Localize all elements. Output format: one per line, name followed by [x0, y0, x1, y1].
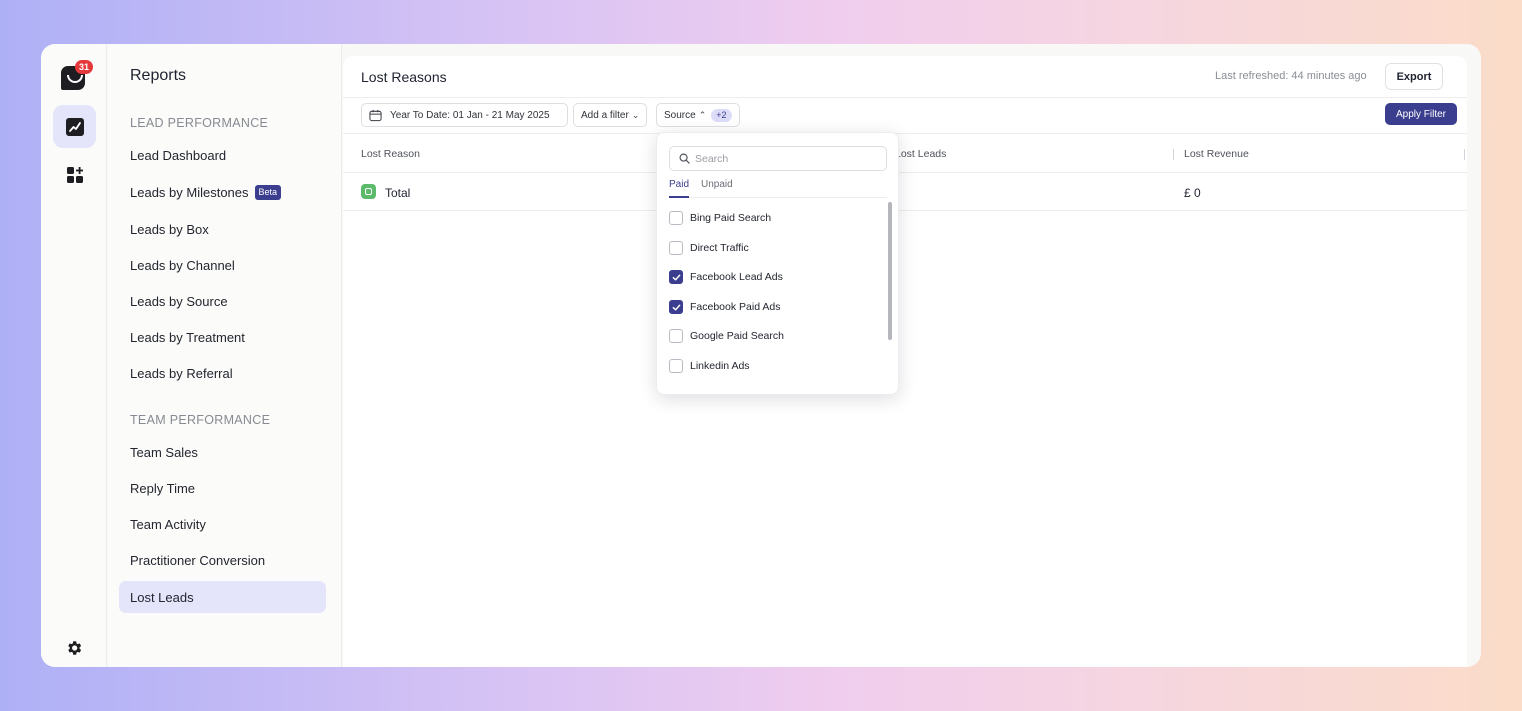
source-filter-dropdown: Paid Unpaid Bing Paid Search Direct Traf…: [656, 132, 899, 395]
beta-badge: Beta: [254, 184, 282, 200]
source-filter-label: Source: [664, 109, 696, 121]
source-filter[interactable]: Source ⌃ +2: [656, 103, 740, 127]
add-filter-label: Add a filter: [581, 109, 629, 121]
checkbox[interactable]: [669, 359, 683, 373]
option-linkedin-ads[interactable]: Linkedin Ads: [669, 356, 750, 376]
source-type-tabs: Paid Unpaid: [669, 178, 887, 198]
calendar-icon: [369, 109, 382, 121]
reports-chart-icon: [65, 117, 84, 136]
option-bing-paid-search[interactable]: Bing Paid Search: [669, 208, 771, 228]
sidebar-item-team-activity[interactable]: Team Activity: [119, 508, 326, 540]
apps-nav-button[interactable]: [53, 153, 96, 196]
sidebar-item-team-sales[interactable]: Team Sales: [119, 436, 326, 468]
option-google-paid-search[interactable]: Google Paid Search: [669, 326, 784, 346]
sidebar-item-leads-by-milestones[interactable]: Leads by Milestones Beta: [119, 176, 326, 208]
chevron-down-icon: ⌄: [631, 109, 640, 120]
sidebar-item-leads-by-source[interactable]: Leads by Source: [119, 285, 326, 317]
sidebar-item-practitioner-conversion[interactable]: Practitioner Conversion: [119, 544, 326, 576]
settings-button[interactable]: [65, 639, 83, 662]
apps-grid-icon: [66, 166, 83, 183]
column-header-lost-revenue[interactable]: Lost Revenue: [1184, 148, 1249, 160]
section-title-team-performance: TEAM PERFORMANCE: [130, 413, 271, 427]
checkbox-checked[interactable]: [669, 270, 683, 284]
sidebar-title: Reports: [130, 67, 187, 84]
gear-icon: [68, 641, 82, 655]
tab-paid[interactable]: Paid: [669, 179, 690, 198]
last-refreshed-text: Last refreshed: 44 minutes ago: [1215, 70, 1367, 82]
row-lost-revenue: £ 0: [1184, 186, 1201, 200]
checkbox[interactable]: [669, 241, 683, 255]
sidebar-item-label: Leads by Milestones: [130, 184, 249, 200]
report-panel: Lost Reasons Last refreshed: 44 minutes …: [343, 56, 1467, 667]
checkmark-icon: [672, 304, 680, 310]
column-divider: [1173, 149, 1174, 160]
logo-icon[interactable]: 31: [61, 60, 93, 90]
export-button[interactable]: Export: [1385, 63, 1443, 90]
apply-filter-button[interactable]: Apply Filter: [1385, 103, 1457, 125]
search-field[interactable]: [669, 146, 887, 171]
source-count-badge: +2: [711, 108, 732, 122]
sidebar-item-label: Leads by Box: [130, 221, 209, 237]
tab-unpaid[interactable]: Unpaid: [701, 179, 733, 196]
column-divider: [1464, 149, 1465, 160]
option-label: Google Paid Search: [690, 330, 784, 342]
option-label: Facebook Lead Ads: [690, 271, 783, 283]
row-lost-reason: Total: [385, 186, 411, 200]
icon-rail: 31: [41, 44, 107, 667]
sidebar-item-label: Reply Time: [130, 480, 196, 496]
column-header-lost-reason[interactable]: Lost Reason: [361, 148, 420, 160]
option-label: Facebook Paid Ads: [690, 301, 781, 313]
sidebar-item-leads-by-box[interactable]: Leads by Box: [119, 213, 326, 245]
section-title-lead-performance: LEAD PERFORMANCE: [130, 116, 269, 130]
search-input[interactable]: [695, 152, 875, 165]
sidebar-item-leads-by-channel[interactable]: Leads by Channel: [119, 249, 326, 281]
sidebar-item-reply-time[interactable]: Reply Time: [119, 472, 326, 504]
table-row: Total £ 0: [343, 173, 1467, 211]
sidebar-item-leads-by-referral[interactable]: Leads by Referral: [119, 357, 326, 389]
sidebar-item-label: Lost Leads: [130, 589, 194, 605]
reports-nav-button[interactable]: [53, 105, 96, 148]
reports-sidebar: Reports LEAD PERFORMANCE Lead Dashboard …: [108, 44, 342, 667]
wallet-icon: [361, 184, 376, 199]
filter-bar: Year To Date: 01 Jan - 21 May 2025 Add a…: [343, 98, 1467, 134]
report-header: Lost Reasons Last refreshed: 44 minutes …: [343, 56, 1467, 98]
date-range-filter[interactable]: Year To Date: 01 Jan - 21 May 2025: [361, 103, 568, 127]
checkbox[interactable]: [669, 329, 683, 343]
sidebar-item-lead-dashboard[interactable]: Lead Dashboard: [119, 139, 326, 171]
table-header: Lost Reason Lost Leads Lost Revenue: [343, 135, 1467, 173]
sidebar-item-lost-leads[interactable]: Lost Leads: [119, 581, 326, 613]
column-header-lost-leads[interactable]: Lost Leads: [895, 148, 946, 160]
option-direct-traffic[interactable]: Direct Traffic: [669, 238, 749, 258]
sidebar-item-label: Leads by Source: [130, 293, 228, 309]
sidebar-item-label: Leads by Treatment: [130, 329, 245, 345]
option-facebook-lead-ads[interactable]: Facebook Lead Ads: [669, 267, 783, 287]
sidebar-item-label: Practitioner Conversion: [130, 552, 266, 568]
option-facebook-paid-ads[interactable]: Facebook Paid Ads: [669, 297, 780, 317]
checkbox-checked[interactable]: [669, 300, 683, 314]
sidebar-item-label: Team Activity: [130, 516, 206, 532]
notification-badge: 31: [75, 60, 93, 74]
sidebar-item-label: Leads by Channel: [130, 257, 235, 273]
search-icon: [679, 153, 690, 164]
sidebar-item-label: Leads by Referral: [130, 365, 233, 381]
checkmark-icon: [672, 274, 680, 280]
option-label: Direct Traffic: [690, 242, 749, 254]
chevron-up-icon: ⌃: [698, 109, 707, 120]
option-label: Bing Paid Search: [690, 212, 772, 224]
sidebar-item-label: Lead Dashboard: [130, 147, 227, 163]
sidebar-item-label: Team Sales: [130, 444, 198, 460]
sidebar-item-leads-by-treatment[interactable]: Leads by Treatment: [119, 321, 326, 353]
option-label: Linkedin Ads: [690, 360, 750, 372]
date-range-label: Year To Date: 01 Jan - 21 May 2025: [390, 109, 550, 121]
checkbox[interactable]: [669, 211, 683, 225]
add-filter-button[interactable]: Add a filter ⌄: [573, 103, 648, 127]
page-title: Lost Reasons: [361, 69, 447, 85]
dropdown-scrollbar[interactable]: [888, 202, 892, 340]
